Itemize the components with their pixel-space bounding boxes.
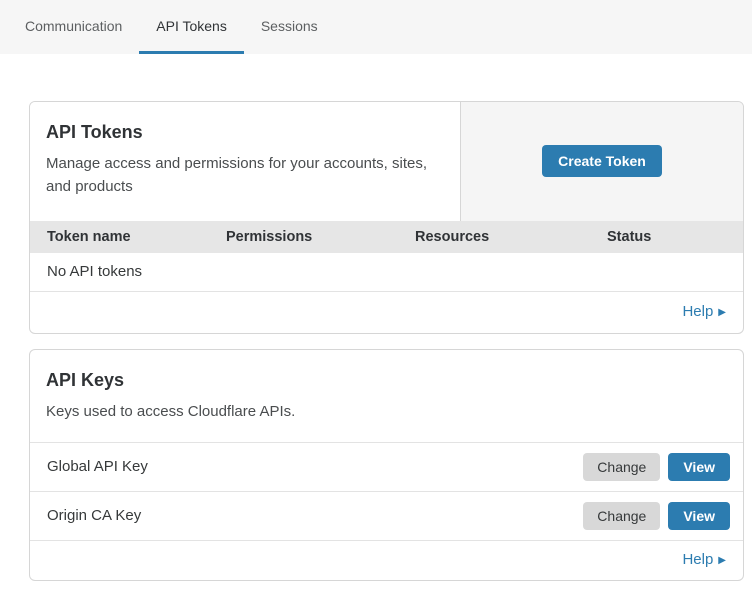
page-content: API Tokens Manage access and permissions… [0, 54, 752, 581]
view-origin-ca-key-button[interactable]: View [668, 502, 730, 530]
api-keys-card: API Keys Keys used to access Cloudflare … [29, 349, 744, 581]
api-tokens-action-panel: Create Token [460, 102, 743, 221]
column-header-status: Status [590, 229, 743, 245]
help-link-label: Help [682, 551, 713, 568]
api-tokens-footer: Help ▶ [30, 292, 743, 333]
change-origin-ca-key-button[interactable]: Change [583, 502, 660, 530]
api-keys-description: Keys used to access Cloudflare APIs. [46, 400, 446, 423]
api-keys-title: API Keys [46, 370, 727, 391]
create-token-button[interactable]: Create Token [542, 145, 662, 177]
tab-communication[interactable]: Communication [8, 0, 139, 54]
api-key-row-origin-ca: Origin CA Key Change View [30, 491, 743, 540]
chevron-right-icon: ▶ [718, 307, 726, 318]
tab-sessions[interactable]: Sessions [244, 0, 335, 54]
api-tokens-card: API Tokens Manage access and permissions… [29, 101, 744, 334]
change-global-key-button[interactable]: Change [583, 453, 660, 481]
tab-bar: Communication API Tokens Sessions [0, 0, 752, 54]
api-tokens-help-link[interactable]: Help ▶ [682, 303, 726, 320]
api-key-actions: Change View [583, 502, 730, 530]
api-key-row-global: Global API Key Change View [30, 442, 743, 491]
api-key-actions: Change View [583, 453, 730, 481]
api-tokens-card-header: API Tokens Manage access and permissions… [30, 102, 743, 221]
api-tokens-description: Manage access and permissions for your a… [46, 152, 444, 199]
chevron-right-icon: ▶ [718, 555, 726, 566]
api-tokens-title: API Tokens [46, 122, 444, 143]
token-table-header: Token name Permissions Resources Status [30, 221, 743, 253]
api-key-name: Global API Key [47, 458, 148, 475]
help-link-label: Help [682, 303, 713, 320]
column-header-resources: Resources [398, 229, 590, 245]
tab-api-tokens[interactable]: API Tokens [139, 0, 244, 54]
api-keys-help-link[interactable]: Help ▶ [682, 551, 726, 568]
column-header-permissions: Permissions [209, 229, 398, 245]
column-header-token-name: Token name [30, 229, 209, 245]
view-global-key-button[interactable]: View [668, 453, 730, 481]
api-keys-footer: Help ▶ [30, 540, 743, 580]
api-tokens-header-text: API Tokens Manage access and permissions… [30, 102, 460, 221]
api-keys-card-header: API Keys Keys used to access Cloudflare … [30, 350, 743, 442]
empty-tokens-message: No API tokens [30, 253, 743, 292]
api-key-name: Origin CA Key [47, 507, 141, 524]
